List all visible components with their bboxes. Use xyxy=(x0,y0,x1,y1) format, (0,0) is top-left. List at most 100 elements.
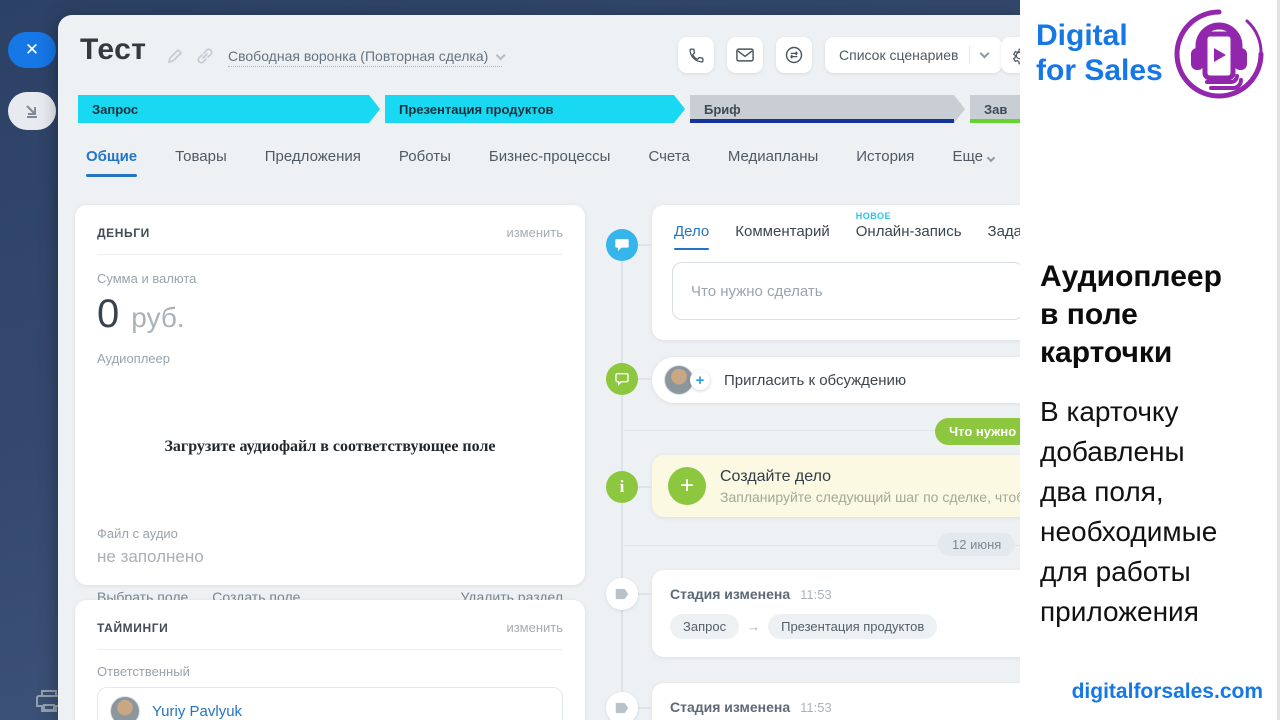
chat-loop-icon xyxy=(784,45,804,65)
money-section: ДЕНЬГИ изменить Сумма и валюта 0 руб. Ау… xyxy=(75,205,585,585)
funnel-label: Свободная воронка (Повторная сделка) xyxy=(228,48,488,64)
connector xyxy=(638,244,652,246)
tab-more[interactable]: Еще xyxy=(952,148,994,177)
tab-tovary[interactable]: Товары xyxy=(175,148,227,177)
event-time: 11:53 xyxy=(800,587,832,602)
scenarios-dropdown[interactable]: Список сценариев xyxy=(825,37,1002,73)
stage-underline xyxy=(970,119,1020,123)
discussion-icon-circle xyxy=(606,363,638,395)
info-icon: i xyxy=(620,477,625,497)
plus-icon: + xyxy=(668,467,706,505)
avatar xyxy=(110,696,140,720)
promo-sidebar: Digital for Sales Аудиоплеер в поле карт… xyxy=(1020,0,1280,720)
tab-biznes-processy[interactable]: Бизнес-процессы xyxy=(489,148,611,177)
stage-from-pill: Запрос xyxy=(670,614,739,639)
promo-headline: Аудиоплеер в поле карточки xyxy=(1040,258,1222,372)
settings-button[interactable] xyxy=(1001,37,1020,73)
create-deal-card[interactable]: + Создайте дело Запланируйте следующий ш… xyxy=(652,455,1020,517)
timeline-tab-zadacha[interactable]: Задача xyxy=(988,223,1020,250)
tab-label: Онлайн-запись xyxy=(856,223,962,240)
audio-upload-hint: Загрузите аудиофайл в соответствующее по… xyxy=(97,438,563,456)
composer-card: Дело Комментарий НОВОЕОнлайн-запись Зада… xyxy=(652,205,1020,340)
timeline-tab-delo[interactable]: Дело xyxy=(674,223,709,250)
collapse-button[interactable] xyxy=(8,92,56,130)
speech-bubble-outline-icon xyxy=(614,371,630,387)
deal-title: Тест xyxy=(80,33,147,67)
promo-body-text: В карточку добавлены два поля, необходим… xyxy=(1040,392,1217,632)
edit-section-link[interactable]: изменить xyxy=(506,225,563,240)
activity-icon-circle xyxy=(606,229,638,261)
close-icon: ✕ xyxy=(25,40,39,60)
new-badge: НОВОЕ xyxy=(856,211,891,221)
deal-card-panel: Тест Свободная воронка (Повторная сделка… xyxy=(58,15,1020,720)
responsible-field[interactable]: Yuriy Pavlyuk xyxy=(97,687,563,720)
title-actions xyxy=(166,47,214,65)
mail-icon xyxy=(736,48,754,62)
close-button[interactable]: ✕ xyxy=(8,32,56,68)
call-button[interactable] xyxy=(678,37,714,73)
chat-button[interactable] xyxy=(776,37,812,73)
responsible-name[interactable]: Yuriy Pavlyuk xyxy=(152,703,242,720)
timings-section: ТАЙМИНГИ изменить Ответственный Yuriy Pa… xyxy=(75,600,585,720)
todo-quick-button[interactable]: Что нужно сделать xyxy=(935,418,1020,445)
digital-for-sales-logo xyxy=(1169,4,1269,109)
create-deal-subtitle: Запланируйте следующий шаг по сделке, чт… xyxy=(720,489,1020,505)
create-deal-title: Создайте дело xyxy=(720,468,1020,486)
stage-brief[interactable]: Бриф xyxy=(690,95,965,123)
connector xyxy=(638,378,652,380)
stage-changed-event: Стадия изменена 11:53 Запрос → Презентац… xyxy=(652,570,1020,657)
arrow-right-icon: → xyxy=(747,619,760,634)
gear-icon xyxy=(1010,46,1021,65)
audio-file-value[interactable]: не заполнено xyxy=(97,547,563,567)
copy-link-icon[interactable] xyxy=(196,47,214,65)
tab-roboty[interactable]: Роботы xyxy=(399,148,451,177)
scenarios-label: Список сценариев xyxy=(839,47,958,63)
info-icon-circle: i xyxy=(606,471,638,503)
chevron-down-icon xyxy=(987,154,995,162)
event-title: Стадия изменена xyxy=(670,699,790,715)
stage-presentation[interactable]: Презентация продуктов xyxy=(385,95,685,123)
website-url[interactable]: digitalforsales.com xyxy=(1072,680,1263,704)
edit-pencil-icon[interactable] xyxy=(166,47,184,65)
divider xyxy=(97,254,563,255)
todo-input[interactable] xyxy=(672,262,1020,320)
stage-label: Запрос xyxy=(92,102,138,117)
tab-predlozheniya[interactable]: Предложения xyxy=(265,148,361,177)
timeline-tab-kommentariy[interactable]: Комментарий xyxy=(735,223,829,250)
stage-to-pill: Презентация продуктов xyxy=(768,614,937,639)
stage-label: Презентация продуктов xyxy=(399,102,554,117)
deal-header: Тест Свободная воронка (Повторная сделка… xyxy=(58,15,1020,80)
event-time: 11:53 xyxy=(800,700,832,715)
section-title: ТАЙМИНГИ xyxy=(97,621,168,635)
invite-discussion-button[interactable]: + Пригласить к обсуждению xyxy=(652,357,1020,403)
stage-zapros[interactable]: Запрос xyxy=(78,95,380,123)
phone-icon xyxy=(688,47,705,64)
stage-underline xyxy=(690,119,954,123)
collapse-arrow-icon xyxy=(23,102,41,120)
connector xyxy=(638,593,652,595)
tab-obshchie[interactable]: Общие xyxy=(86,148,137,177)
timeline: Дело Комментарий НОВОЕОнлайн-запись Зада… xyxy=(598,205,1020,720)
pipeline-stage-bar: Запрос Презентация продуктов Бриф Зав xyxy=(78,95,1020,123)
responsible-label: Ответственный xyxy=(97,664,563,679)
currency-label: руб. xyxy=(131,302,184,334)
stage-changed-event: Стадия изменена 11:53 Презентация продук… xyxy=(652,683,1020,720)
edit-section-link[interactable]: изменить xyxy=(506,620,563,635)
sum-label: Сумма и валюта xyxy=(97,271,563,286)
stage-final[interactable]: Зав xyxy=(970,95,1020,123)
audio-player-label: Аудиоплеер xyxy=(97,351,563,366)
speech-bubble-icon xyxy=(614,237,630,253)
tab-istoriya[interactable]: История xyxy=(856,148,914,177)
sum-value[interactable]: 0 xyxy=(97,292,119,337)
divider xyxy=(97,649,563,650)
tab-scheta[interactable]: Счета xyxy=(648,148,689,177)
email-button[interactable] xyxy=(727,37,763,73)
screen: ✕ Тест Свободная воронка (Повторная сдел… xyxy=(0,0,1280,720)
chevron-down-icon xyxy=(980,48,990,58)
brand-name: Digital for Sales xyxy=(1036,18,1163,88)
section-title: ДЕНЬГИ xyxy=(97,226,150,240)
funnel-selector[interactable]: Свободная воронка (Повторная сделка) xyxy=(228,48,502,67)
tab-mediaplany[interactable]: Медиапланы xyxy=(728,148,818,177)
divider xyxy=(969,46,970,64)
timeline-tab-online-zapis[interactable]: НОВОЕОнлайн-запись xyxy=(856,223,962,250)
